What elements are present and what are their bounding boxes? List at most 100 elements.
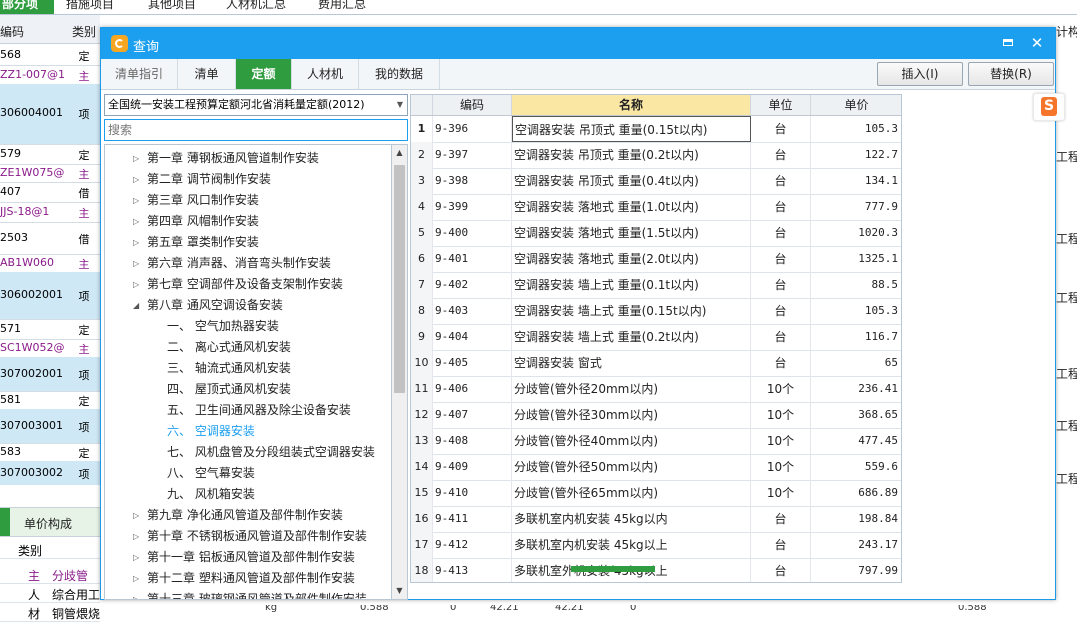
insert-button[interactable]: 插入(I): [877, 62, 963, 86]
table-row[interactable]: ZE1W075@1主: [0, 164, 100, 183]
bg-header-type: 类别: [72, 25, 97, 39]
table-row[interactable]: 2503 借: [0, 222, 100, 255]
table-row[interactable]: 407 借: [0, 182, 100, 203]
ime-toolbar[interactable]: S: [1033, 93, 1065, 121]
table-row[interactable]: 581 定: [0, 391, 100, 410]
table-row[interactable]: 9 9-404 空调器安装 墙上式 重量(0.2t以内) 台 116.7: [411, 324, 901, 351]
expand-arrow-icon[interactable]: ▷: [133, 169, 139, 190]
table-row[interactable]: 15 9-410 分歧管(管外径65mm以内) 10个 686.89: [411, 480, 901, 507]
list-item[interactable]: 人综合用工: [0, 584, 100, 603]
maximize-icon[interactable]: [999, 34, 1017, 52]
replace-button[interactable]: 替换(R): [968, 62, 1054, 86]
chevron-down-icon: ▼: [396, 100, 403, 109]
tab-unit-price-composition[interactable]: 单价构成: [24, 515, 72, 532]
bg-right-cell: 工程: [1056, 367, 1077, 381]
quota-library-select[interactable]: 全国统一安装工程预算定额河北省消耗量定额(2012) ▼: [104, 94, 408, 116]
table-row[interactable]: 13 9-408 分歧管(管外径40mm以内) 10个 477.45: [411, 428, 901, 455]
table-row[interactable]: 307003001 项: [0, 409, 100, 444]
table-row[interactable]: 568 定: [0, 44, 100, 66]
tab-bill[interactable]: 清单: [178, 59, 236, 89]
tab-labor-material-machine[interactable]: 人材机: [292, 59, 359, 89]
table-row-selected[interactable]: 1 9-396 空调器安装 吊顶式 重量(0.15t以内) 台 105.3: [411, 116, 901, 143]
table-row[interactable]: 571 定: [0, 319, 100, 340]
table-row[interactable]: 6 9-401 空调器安装 落地式 重量(2.0t以内) 台 1325.1: [411, 246, 901, 273]
table-row[interactable]: 16 9-411 多联机室内机安装 45kg以内台 198.84: [411, 506, 901, 533]
table-row[interactable]: 583 定: [0, 443, 100, 462]
grid-header: 编码 名称 单位 单价: [411, 95, 901, 116]
grid-header-unit[interactable]: 单位: [751, 95, 811, 115]
bg-right-cell: 工程: [1056, 291, 1077, 305]
table-row[interactable]: 8 9-403 空调器安装 墙上式 重量(0.15t以内) 台 105.3: [411, 298, 901, 325]
table-row[interactable]: 189-413多联机室外机安装 45kg以上台797.99: [411, 558, 901, 582]
table-row[interactable]: 12 9-407 分歧管(管外径30mm以内) 10个 368.65: [411, 402, 901, 429]
quota-results-grid: 编码 名称 单位 单价 1 9-396 空调器安装 吊顶式 重量(0.15t以内) 台…: [410, 94, 902, 583]
app-logo-icon: [111, 35, 128, 52]
grid-header-code[interactable]: 编码: [433, 95, 512, 115]
tab-quota[interactable]: 定额: [236, 59, 292, 89]
panel-resize-handle[interactable]: [571, 565, 655, 572]
bg-header-code: 编码: [0, 25, 25, 39]
table-row[interactable]: 306004001 项: [0, 84, 100, 145]
table-row[interactable]: 307003002 项: [0, 461, 100, 486]
bg-grid-header: 编码 类别: [0, 15, 100, 44]
table-row[interactable]: 10 9-405 空调器安装 窗式台 65: [411, 350, 901, 377]
chapter-tree: ▷ 第一章 薄钢板通风管道制作安装 ▷ 第二章 调节阀制作安装 ▷ 第三章 风口制作安…: [104, 144, 391, 600]
tab-bill-guide[interactable]: 清单指引: [101, 59, 178, 89]
scroll-down-arrow-icon[interactable]: ▼: [392, 583, 407, 599]
table-row[interactable]: 17 9-412 多联机室内机安装 45kg以上台 243.17: [411, 532, 901, 559]
query-dialog: 查询 ✕ 清单指引 清单 定额 人材机 我的数据 插入(I) 替换(R) 全国统…: [100, 27, 1056, 600]
expand-arrow-icon[interactable]: ▷: [133, 274, 139, 295]
tab-other-items[interactable]: 其他项目: [148, 0, 208, 14]
scroll-up-arrow-icon[interactable]: ▲: [392, 145, 407, 161]
expand-arrow-icon[interactable]: ▷: [133, 505, 139, 526]
tab-cost-summary[interactable]: 费用汇总: [318, 0, 378, 14]
expand-arrow-icon[interactable]: ▷: [133, 253, 139, 274]
collapse-arrow-icon[interactable]: ◢: [133, 295, 139, 316]
tree-scrollbar[interactable]: ▲ ▼: [391, 144, 408, 600]
bg-bottom-values-row: kg 0.588 0 42.21 42.21 0 0.588: [265, 605, 987, 613]
table-row[interactable]: 306002001 项: [0, 272, 100, 320]
table-row[interactable]: 14 9-409 分歧管(管外径50mm以内) 10个 559.6: [411, 454, 901, 481]
search-input[interactable]: [104, 119, 408, 141]
table-row[interactable]: JJS-18@1 主: [0, 202, 100, 223]
sogou-ime-icon[interactable]: S: [1041, 97, 1057, 116]
expand-arrow-icon[interactable]: ▷: [133, 211, 139, 232]
expand-arrow-icon[interactable]: ▷: [133, 232, 139, 253]
bg-right-cell: 工程: [1056, 419, 1077, 433]
dialog-titlebar[interactable]: 查询 ✕: [101, 28, 1055, 59]
table-row[interactable]: 4 9-399 空调器安装 落地式 重量(1.0t以内) 台 777.9: [411, 194, 901, 221]
table-row[interactable]: 307002001 项: [0, 357, 100, 392]
expand-arrow-icon[interactable]: ▷: [133, 190, 139, 211]
dialog-title: 查询: [133, 40, 160, 55]
table-row[interactable]: 3 9-398 空调器安装 吊顶式 重量(0.4t以内) 台 134.1: [411, 168, 901, 195]
tab-measures[interactable]: 措施项目: [66, 0, 136, 14]
table-row[interactable]: 2 9-397 空调器安装 吊顶式 重量(0.2t以内) 台 122.7: [411, 142, 901, 169]
table-row[interactable]: 5 9-400 空调器安装 落地式 重量(1.5t以内) 台 1020.3: [411, 220, 901, 247]
table-row[interactable]: AB1W060 主: [0, 254, 100, 273]
close-icon[interactable]: ✕: [1027, 33, 1047, 53]
table-row[interactable]: SC1W052@1主: [0, 339, 100, 358]
grid-header-name[interactable]: 名称: [512, 95, 751, 115]
tab-sub-items[interactable]: 部分项: [0, 0, 54, 14]
tab-resource-summary[interactable]: 人材机汇总: [226, 0, 296, 14]
table-row[interactable]: ZZ1-007@1 主: [0, 65, 100, 85]
expand-arrow-icon[interactable]: ▷: [133, 148, 139, 169]
table-row[interactable]: 579 定: [0, 144, 100, 165]
grid-header-price[interactable]: 单价: [811, 95, 901, 115]
expand-arrow-icon[interactable]: ▷: [133, 568, 139, 589]
expand-arrow-icon[interactable]: ▷: [133, 547, 139, 568]
table-row[interactable]: 7 9-402 空调器安装 墙上式 重量(0.1t以内) 台 88.5: [411, 272, 901, 299]
quota-library-value: 全国统一安装工程预算定额河北省消耗量定额(2012): [108, 98, 365, 111]
list-item[interactable]: 主分歧管: [0, 565, 100, 584]
bg-right-column: 计构成 工程 工程 工程 工程 工程 工程: [1056, 15, 1077, 485]
bg-right-cell: 工程: [1056, 150, 1077, 164]
table-row[interactable]: 11 9-406 分歧管(管外径20mm以内) 10个 236.41: [411, 376, 901, 403]
expand-arrow-icon[interactable]: ▷: [133, 526, 139, 547]
scrollbar-thumb[interactable]: [394, 165, 405, 393]
bg-bottom-header: 类别: [0, 540, 100, 559]
main-tab-strip: 部分项 措施项目 其他项目 人材机汇总 费用汇总: [0, 0, 1077, 15]
bg-right-cell: 工程: [1056, 472, 1077, 485]
tab-my-data[interactable]: 我的数据: [359, 59, 440, 89]
bg-right-cell: 计构成: [1056, 25, 1077, 39]
expand-arrow-icon[interactable]: ▷: [133, 589, 139, 599]
